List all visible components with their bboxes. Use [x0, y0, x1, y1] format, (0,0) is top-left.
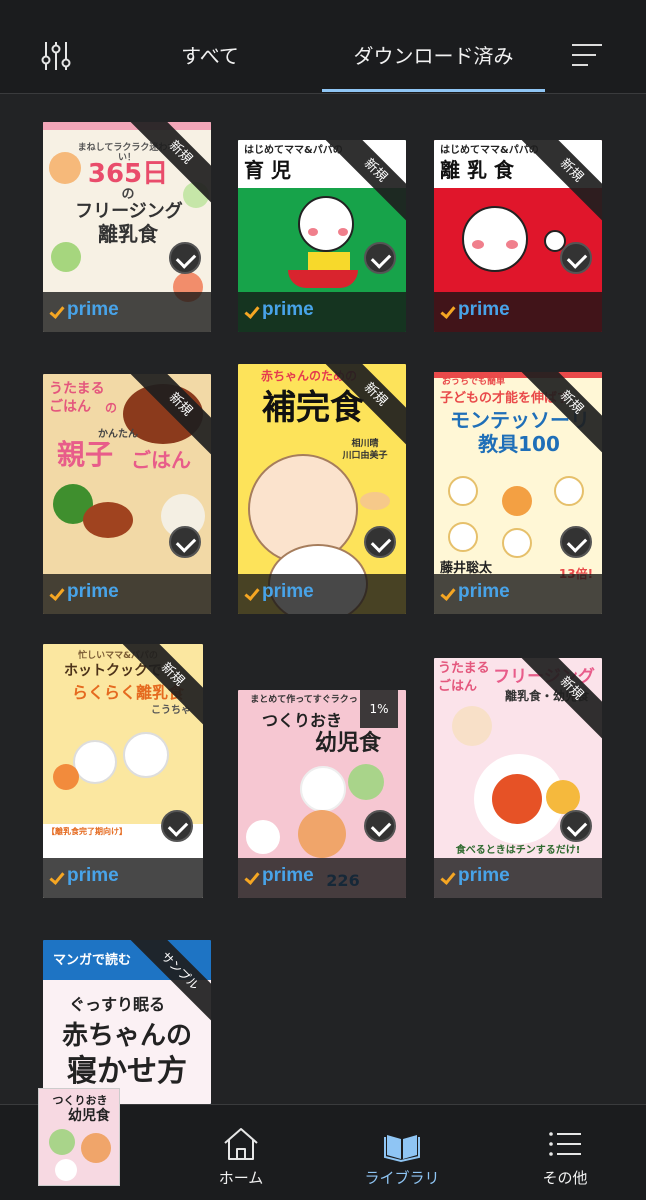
cover-note: 【離乳食完了期向け】	[47, 827, 127, 836]
nav-more[interactable]: その他	[500, 1105, 630, 1200]
mini-cover-title: つくりおき	[52, 1094, 108, 1107]
cover-subtitle: まとめて作ってすぐラクっ	[250, 695, 358, 705]
nav-home-label: ホーム	[218, 1169, 264, 1187]
cover-subtitle: マンガで読む	[52, 953, 131, 968]
cover-title: 離 乳 食	[440, 158, 514, 182]
cover-title: 教具100	[478, 432, 560, 456]
prime-badge: prime	[43, 292, 211, 332]
cover-title: 赤ちゃんの	[61, 1021, 192, 1051]
active-tab-indicator	[322, 89, 545, 92]
cover-title: ごはん	[438, 679, 478, 694]
book-cover-tsukurioki[interactable]: まとめて作ってすぐラクっ つくりおき 幼児食 226 1% prime	[238, 690, 406, 898]
cover-title: 寝かせ方	[67, 1054, 187, 1089]
top-bar: すべて ダウンロード済み	[0, 0, 646, 94]
cover-title-number: 365日	[87, 159, 169, 189]
downloaded-check-icon	[560, 526, 592, 558]
book-cover-hotcook[interactable]: 忙しいママ&パパの ホットクックで らくらく離乳食 こうちゃ 【離乳食完了期向け…	[43, 644, 203, 898]
cover-title: フリージング	[75, 201, 183, 222]
book-cover-montessori[interactable]: おうちでも簡単 子どもの才能を伸ばす モンテッソーリ 教具100 藤井聡太 13…	[434, 372, 602, 614]
downloaded-check-icon	[560, 810, 592, 842]
downloaded-check-icon	[161, 810, 193, 842]
cover-title: つくりおき	[261, 711, 342, 730]
tab-all[interactable]: すべて	[120, 40, 300, 70]
cover-author: 川口由美子	[342, 451, 388, 461]
prime-badge: prime	[43, 574, 211, 614]
prime-badge: prime	[434, 292, 602, 332]
downloaded-check-icon	[364, 526, 396, 558]
downloaded-check-icon	[560, 242, 592, 274]
cover-tagline: 食べるときはチンするだけ!	[455, 845, 581, 856]
nav-home[interactable]: ホーム	[176, 1105, 306, 1200]
book-cover-365-freezing[interactable]: まねしてラクラク迷わない！ 365日 の フリージング 離乳食 新規 prime	[43, 122, 211, 332]
cover-title-particle: の	[104, 401, 117, 415]
downloaded-check-icon	[169, 526, 201, 558]
book-cover-oyako-gohan[interactable]: うたまる ごはん の かんたん 親子 ごはん 新規 prime	[43, 374, 211, 614]
cover-title-particle: の	[121, 187, 135, 202]
prime-badge: prime	[43, 858, 203, 898]
home-icon	[224, 1128, 258, 1160]
prime-badge: prime	[434, 858, 602, 898]
book-cover-utamaru-freezing[interactable]: うたまる ごはん フリージング 離乳食・幼児食 食べるときはチンするだけ! 新規…	[434, 658, 602, 898]
book-cover-hokanshoku[interactable]: 赤ちゃんのための 補完食 相川晴 川口由美子 新規 prime	[238, 364, 406, 614]
book-icon	[384, 1135, 420, 1163]
tab-downloaded[interactable]: ダウンロード済み	[322, 40, 545, 70]
cover-title: ぐっすり眠る	[68, 995, 165, 1014]
book-cover-ikuji[interactable]: はじめてママ&パパの 育 児 新規 prime	[238, 140, 406, 332]
downloaded-check-icon	[169, 242, 201, 274]
now-reading-cover[interactable]: つくりおき 幼児食	[38, 1088, 120, 1186]
book-cover-rinyushoku[interactable]: はじめてママ&パパの 離 乳 食 新規 prime	[434, 140, 602, 332]
book-cover-negasekata[interactable]: マンガで読む ぐっすり眠る 赤ちゃんの 寝かせ方 サンプル	[43, 940, 211, 1104]
cover-title: ごはん	[131, 448, 191, 472]
prime-badge: prime	[238, 292, 406, 332]
filter-sliders-icon[interactable]	[36, 36, 76, 76]
cover-title: ごはん	[49, 399, 91, 415]
cover-author: 相川晴	[351, 439, 379, 449]
cover-title: 離乳食	[98, 222, 158, 246]
cover-title: 幼児食	[314, 731, 381, 756]
prime-badge: prime	[238, 858, 406, 898]
sort-icon[interactable]	[572, 40, 606, 70]
mini-cover-title: 幼児食	[68, 1108, 110, 1124]
cover-title: 親子	[56, 438, 113, 471]
cover-title: 育 児	[244, 158, 291, 182]
nav-library-label: ライブラリ	[364, 1169, 440, 1187]
reading-progress-badge: 1%	[360, 690, 398, 728]
prime-badge: prime	[434, 574, 602, 614]
downloaded-check-icon	[364, 242, 396, 274]
prime-badge: prime	[238, 574, 406, 614]
downloaded-check-icon	[364, 810, 396, 842]
nav-more-label: その他	[542, 1169, 588, 1187]
menu-icon	[549, 1132, 581, 1156]
cover-title: うたまる	[438, 661, 490, 676]
nav-library[interactable]: ライブラリ	[337, 1105, 467, 1200]
cover-title: うたまる	[49, 381, 105, 397]
